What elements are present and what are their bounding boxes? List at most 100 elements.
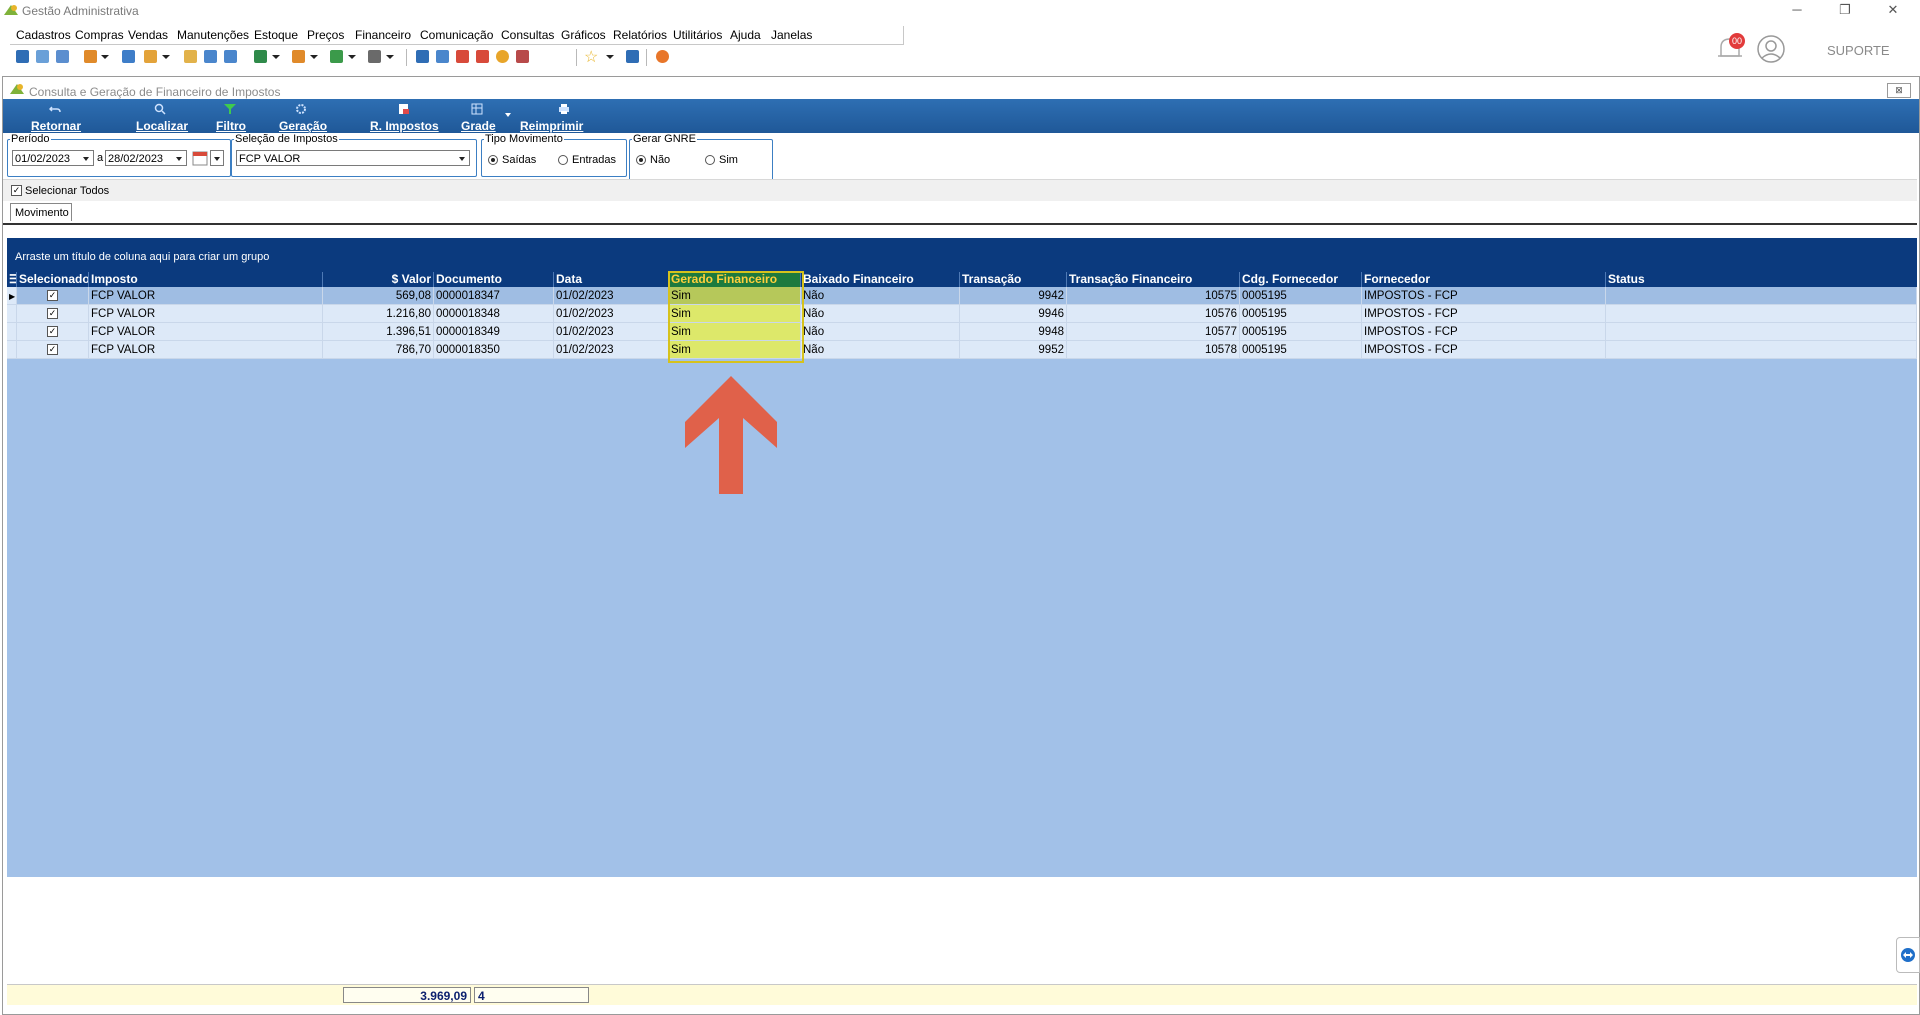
row-select-checkbox[interactable]: ✓ — [17, 341, 89, 359]
periodo-label: Período — [10, 133, 51, 145]
retornar-button[interactable]: Retornar — [29, 99, 89, 133]
user-avatar-icon[interactable] — [1756, 34, 1786, 64]
tab-movimento[interactable]: Movimento — [10, 203, 72, 221]
col-gerado-financeiro[interactable]: Gerado Financeiro — [669, 272, 801, 287]
organization-icon[interactable] — [36, 50, 49, 63]
col-valor[interactable]: $ Valor — [323, 272, 434, 287]
chevron-down-icon[interactable] — [348, 55, 356, 59]
grade-button[interactable]: Grade — [459, 99, 511, 133]
hierarchy-icon[interactable] — [84, 50, 97, 63]
saidas-radio[interactable] — [488, 155, 498, 165]
calculator-icon[interactable] — [204, 50, 217, 63]
gnre-nao-radio[interactable] — [636, 155, 646, 165]
periodo-to-input[interactable]: 28/02/2023 — [105, 150, 187, 166]
group-by-panel[interactable]: Arraste um título de coluna aqui para cr… — [7, 238, 1917, 272]
user-icon[interactable] — [184, 50, 197, 63]
clock-icon[interactable] — [496, 50, 509, 63]
report-search-icon[interactable] — [516, 50, 529, 63]
select-all-checkbox[interactable]: ✓ — [11, 185, 22, 196]
row-select-checkbox[interactable]: ✓ — [17, 287, 89, 305]
cart-icon[interactable] — [254, 50, 267, 63]
periodo-from-input[interactable]: 01/02/2023 — [12, 150, 94, 166]
menu-utilitarios[interactable]: Utilitários — [673, 28, 722, 42]
remote-support-tab[interactable] — [1896, 937, 1920, 973]
star-icon[interactable]: ☆ — [584, 47, 598, 67]
table-row[interactable]: ✓ FCP VALOR 1.216,80 0000018348 01/02/20… — [7, 305, 1917, 323]
chevron-down-icon[interactable] — [173, 152, 185, 164]
package-icon[interactable] — [292, 50, 305, 63]
box-icon[interactable] — [144, 50, 157, 63]
col-transacao[interactable]: Transação — [960, 272, 1067, 287]
col-data[interactable]: Data — [554, 272, 669, 287]
chevron-down-icon[interactable] — [456, 152, 468, 164]
minimize-button[interactable]: ─ — [1774, 0, 1820, 22]
menu-comunicacao[interactable]: Comunicação — [420, 28, 493, 42]
user-name[interactable]: SUPORTE — [1827, 43, 1890, 58]
menu-financeiro[interactable]: Financeiro — [355, 28, 411, 42]
cell-gerado-financeiro: Sim — [669, 323, 801, 341]
period-preset-dropdown[interactable] — [210, 150, 224, 166]
reimprimir-gnre-button[interactable]: Reimprimir GNRE — [518, 99, 618, 147]
col-baixado-financeiro[interactable]: Baixado Financeiro — [801, 272, 960, 287]
col-fornecedor[interactable]: Fornecedor — [1362, 272, 1606, 287]
child-close-button[interactable]: ⊠ — [1887, 83, 1911, 98]
menu-vendas[interactable]: Vendas — [128, 28, 168, 42]
menu-manutencoes[interactable]: Manutenções — [177, 28, 249, 42]
card-icon[interactable] — [56, 50, 69, 63]
chevron-down-icon[interactable] — [101, 55, 109, 59]
chevron-down-icon[interactable] — [211, 152, 223, 164]
chevron-down-icon[interactable] — [162, 55, 170, 59]
filtro-button[interactable]: Filtro — [214, 99, 254, 133]
close-button[interactable]: ✕ — [1870, 0, 1916, 22]
col-imposto[interactable]: Imposto — [89, 272, 323, 287]
menu-graficos[interactable]: Gráficos — [561, 28, 606, 42]
menu-ajuda[interactable]: Ajuda — [730, 28, 761, 42]
calculator-icon[interactable] — [436, 50, 449, 63]
chevron-down-icon[interactable] — [310, 55, 318, 59]
table-row[interactable]: ✓ FCP VALOR 1.396,51 0000018349 01/02/20… — [7, 323, 1917, 341]
window-logo-icon — [10, 84, 24, 94]
chart-icon[interactable] — [416, 50, 429, 63]
menu-compras[interactable]: Compras — [75, 28, 124, 42]
table-row[interactable]: ✓ FCP VALOR 786,70 0000018350 01/02/2023… — [7, 341, 1917, 359]
row-select-checkbox[interactable]: ✓ — [17, 305, 89, 323]
chevron-down-icon[interactable] — [505, 113, 511, 117]
table-row[interactable]: ▶ ✓ FCP VALOR 569,08 0000018347 01/02/20… — [7, 287, 1917, 305]
col-cdg-fornecedor[interactable]: Cdg. Fornecedor — [1240, 272, 1362, 287]
menu-relatorios[interactable]: Relatórios — [613, 28, 667, 42]
new-document-icon[interactable] — [16, 50, 29, 63]
cell-baixado-financeiro: Não — [801, 341, 960, 359]
col-status[interactable]: Status — [1606, 272, 1917, 287]
col-selecionado[interactable]: Selecionado — [17, 272, 89, 287]
money-icon[interactable] — [330, 50, 343, 63]
chevron-down-icon[interactable] — [272, 55, 280, 59]
chevron-down-icon[interactable] — [606, 55, 614, 59]
menu-estoque[interactable]: Estoque — [254, 28, 298, 42]
print-icon[interactable] — [368, 50, 381, 63]
list-icon[interactable] — [224, 50, 237, 63]
col-transacao-financeiro[interactable]: Transação Financeiro — [1067, 272, 1240, 287]
localizar-button[interactable]: Localizar — [134, 99, 194, 133]
col-documento[interactable]: Documento — [434, 272, 554, 287]
menu-precos[interactable]: Preços — [307, 28, 344, 42]
impostos-select[interactable]: FCP VALOR — [236, 150, 470, 166]
calendar-icon[interactable] — [456, 50, 469, 63]
info-icon[interactable] — [626, 50, 639, 63]
menu-cadastros[interactable]: Cadastros — [16, 28, 71, 42]
gnre-sim-radio[interactable] — [705, 155, 715, 165]
row-select-checkbox[interactable]: ✓ — [17, 323, 89, 341]
document-icon[interactable] — [122, 50, 135, 63]
calendar-icon[interactable] — [192, 150, 208, 166]
grid-icon — [471, 103, 483, 115]
menu-consultas[interactable]: Consultas — [501, 28, 554, 42]
grid-column-chooser-icon[interactable]: ☰ — [7, 272, 17, 287]
chevron-down-icon[interactable] — [80, 152, 92, 164]
chevron-down-icon[interactable] — [386, 55, 394, 59]
entradas-radio[interactable] — [558, 155, 568, 165]
r-impostos-button[interactable]: R. Impostos — [368, 99, 448, 133]
menu-janelas[interactable]: Janelas — [771, 28, 812, 42]
power-icon[interactable] — [656, 50, 669, 63]
restore-button[interactable]: ❐ — [1822, 0, 1868, 22]
schedule-icon[interactable] — [476, 50, 489, 63]
geracao-button[interactable]: Geração — [277, 99, 337, 133]
